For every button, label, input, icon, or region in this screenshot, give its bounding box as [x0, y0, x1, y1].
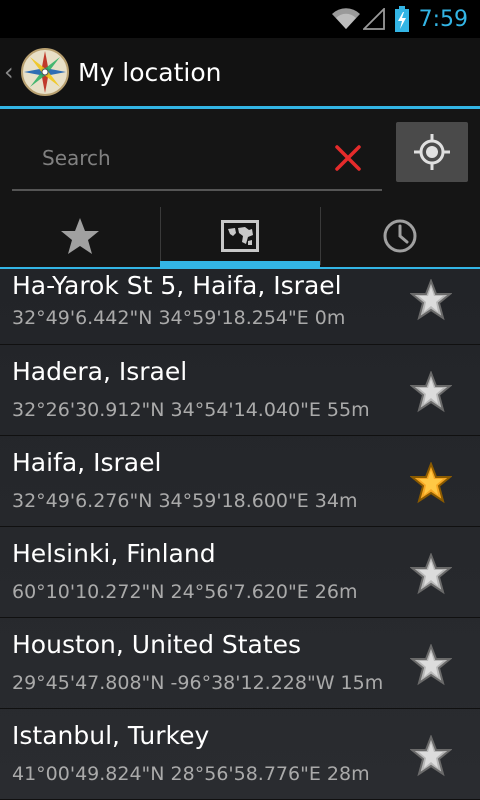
list-item[interactable]: Istanbul, Turkey 41°00'49.824"N 28°56'58…: [0, 709, 480, 800]
location-coords: 32°49'6.276"N 34°59'18.600"E 34m: [12, 490, 358, 512]
star-icon: [61, 218, 99, 254]
location-coords: 60°10'10.272"N 24°56'7.620"E 26m: [12, 581, 358, 603]
location-coords: 29°45'47.808"N -96°38'12.228"W 15m: [12, 672, 384, 694]
list-item[interactable]: Helsinki, Finland 60°10'10.272"N 24°56'7…: [0, 527, 480, 618]
up-caret-icon[interactable]: ‹: [4, 58, 18, 86]
list-item[interactable]: Haifa, Israel 32°49'6.276"N 34°59'18.600…: [0, 436, 480, 527]
tab-history[interactable]: [320, 205, 480, 267]
action-bar: ‹ My location: [0, 38, 480, 109]
list-item[interactable]: Hadera, Israel 32°26'30.912"N 34°54'14.0…: [0, 345, 480, 436]
map-icon: [221, 220, 259, 252]
page-title: My location: [78, 57, 222, 87]
location-coords: 32°26'30.912"N 34°54'14.040"E 55m: [12, 399, 370, 421]
clock-icon: [383, 219, 417, 253]
tab-bar: [0, 205, 480, 269]
location-list[interactable]: Ha-Yarok St 5, Haifa, Israel 32°49'6.442…: [0, 269, 480, 800]
search-field: [12, 129, 382, 191]
status-time: 7:59: [418, 6, 468, 32]
list-item[interactable]: Ha-Yarok St 5, Haifa, Israel 32°49'6.442…: [0, 269, 480, 345]
wifi-icon: [331, 8, 360, 30]
tab-favorites[interactable]: [0, 205, 160, 267]
location-coords: 41°00'49.824"N 28°56'58.776"E 28m: [12, 763, 370, 785]
favorite-star-icon[interactable]: [410, 279, 452, 321]
favorite-star-icon[interactable]: [410, 644, 452, 686]
compass-logo-icon[interactable]: [20, 47, 70, 97]
favorite-star-icon[interactable]: [410, 553, 452, 595]
clear-search-icon[interactable]: [332, 142, 364, 174]
status-bar: 7:59: [0, 0, 480, 38]
signal-icon: [362, 8, 385, 30]
search-input[interactable]: [12, 129, 354, 187]
tab-map[interactable]: [160, 205, 320, 267]
location-name: Helsinki, Finland: [12, 539, 216, 568]
favorite-star-icon[interactable]: [410, 462, 452, 504]
favorite-star-icon[interactable]: [410, 371, 452, 413]
search-area: [0, 109, 480, 205]
locate-me-button[interactable]: [396, 122, 468, 182]
favorite-star-icon[interactable]: [410, 735, 452, 777]
location-name: Haifa, Israel: [12, 448, 162, 477]
location-name: Ha-Yarok St 5, Haifa, Israel: [12, 271, 342, 300]
location-name: Houston, United States: [12, 630, 302, 659]
location-coords: 32°49'6.442"N 34°59'18.254"E 0m: [12, 307, 346, 329]
location-name: Hadera, Israel: [12, 357, 188, 386]
location-name: Istanbul, Turkey: [12, 721, 210, 750]
battery-charging-icon: [394, 6, 409, 32]
list-item[interactable]: Houston, United States 29°45'47.808"N -9…: [0, 618, 480, 709]
gps-target-icon: [414, 134, 450, 170]
